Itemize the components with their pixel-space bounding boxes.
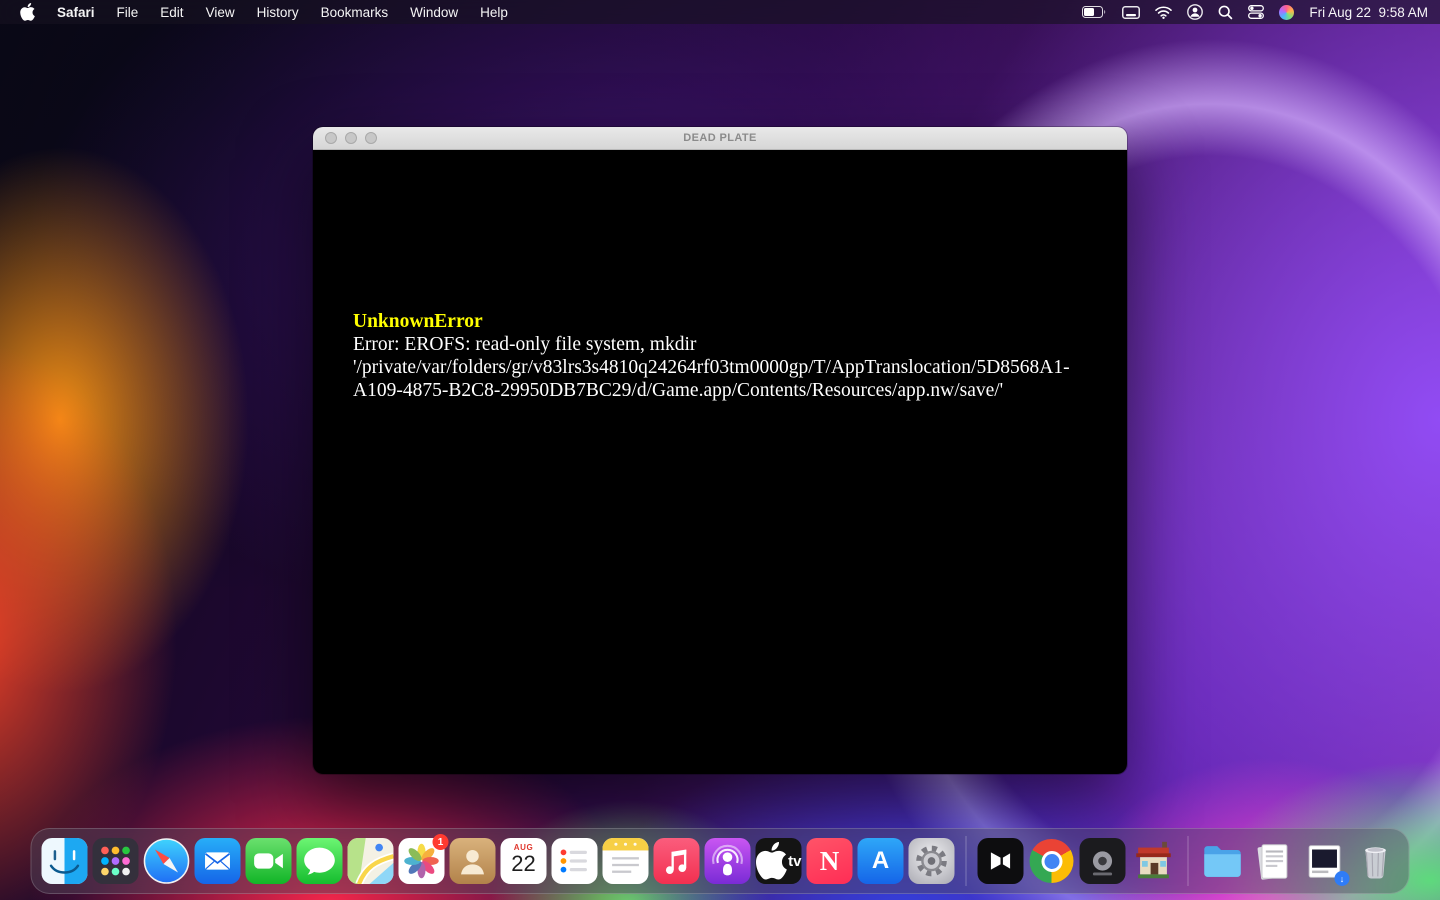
dock-calendar-icon[interactable]: AUG 22 xyxy=(500,838,547,884)
dock-finder-icon[interactable] xyxy=(41,838,88,884)
dock-documents-stack-icon[interactable] xyxy=(1251,838,1297,884)
menu-file[interactable]: File xyxy=(117,5,139,20)
dock-trash-icon[interactable] xyxy=(1353,838,1399,884)
user-switch-icon[interactable] xyxy=(1187,4,1204,20)
dead-plate-window: DEAD PLATE UnknownError Error: EROFS: re… xyxy=(313,127,1127,774)
photos-notification-badge: 1 xyxy=(432,834,449,850)
dock-safari-icon[interactable] xyxy=(143,838,190,884)
dock-reminders-icon[interactable] xyxy=(551,838,598,884)
dock-divider xyxy=(1187,836,1189,886)
window-titlebar[interactable]: DEAD PLATE xyxy=(313,127,1127,150)
dock-messages-icon[interactable] xyxy=(296,838,343,884)
chrome-wheel xyxy=(1029,839,1074,883)
news-label: N xyxy=(819,845,840,876)
dock-facetime-icon[interactable] xyxy=(245,838,292,884)
dock: 1 AUG 22 tv N A ↓ xyxy=(30,828,1410,894)
dock-notes-icon[interactable] xyxy=(602,838,649,884)
menu-window[interactable]: Window xyxy=(410,5,458,20)
dock-dead-plate-game-icon[interactable] xyxy=(1131,838,1177,884)
dock-folder-icon[interactable] xyxy=(1200,838,1246,884)
menu-help[interactable]: Help xyxy=(480,5,508,20)
zoom-button[interactable] xyxy=(365,132,377,144)
window-content: UnknownError Error: EROFS: read-only fil… xyxy=(313,150,1127,774)
dock-mail-icon[interactable] xyxy=(194,838,241,884)
dock-music-icon[interactable] xyxy=(653,838,700,884)
error-message: UnknownError Error: EROFS: read-only fil… xyxy=(353,310,1109,402)
dock-launchpad-icon[interactable] xyxy=(92,838,139,884)
menubar-right: Fri Aug 22 9:58 AM xyxy=(1082,4,1440,20)
control-center-icon[interactable] xyxy=(1248,5,1265,19)
menu-history[interactable]: History xyxy=(257,5,299,20)
menu-bookmarks[interactable]: Bookmarks xyxy=(321,5,389,20)
dock-downloads-stack-icon[interactable]: ↓ xyxy=(1302,838,1350,886)
dock-photos-icon[interactable]: 1 xyxy=(398,834,449,884)
dock-unknown-dark-app-icon[interactable] xyxy=(1079,838,1126,884)
dock-chrome-icon[interactable] xyxy=(1029,838,1075,884)
download-arrow-badge: ↓ xyxy=(1334,871,1350,886)
dock-contacts-icon[interactable] xyxy=(449,838,496,884)
colorful-app-icon[interactable] xyxy=(1279,4,1295,20)
spotlight-icon[interactable] xyxy=(1218,5,1233,20)
apple-menu-icon[interactable] xyxy=(20,3,35,21)
dock-maps-icon[interactable] xyxy=(347,838,394,884)
error-body: Error: EROFS: read-only file system, mkd… xyxy=(353,334,1070,401)
menubar-app-name[interactable]: Safari xyxy=(57,5,95,20)
menubar-clock[interactable]: Fri Aug 22 9:58 AM xyxy=(1309,5,1428,20)
dock-news-icon[interactable]: N xyxy=(806,838,853,884)
dock-podcasts-icon[interactable] xyxy=(704,838,751,884)
close-button[interactable] xyxy=(325,132,337,144)
dock-system-settings-icon[interactable] xyxy=(908,838,955,884)
dock-appstore-icon[interactable]: A xyxy=(857,838,904,884)
dock-divider xyxy=(965,836,967,886)
menubar-left: Safari File Edit View History Bookmarks … xyxy=(0,3,508,21)
minimize-button[interactable] xyxy=(345,132,357,144)
menu-edit[interactable]: Edit xyxy=(160,5,183,20)
wifi-icon[interactable] xyxy=(1155,5,1173,19)
apple-logo-icon xyxy=(755,842,787,880)
appstore-label: A xyxy=(871,847,890,874)
error-title: UnknownError xyxy=(353,311,483,332)
window-title: DEAD PLATE xyxy=(683,132,757,144)
calendar-day-label: 22 xyxy=(511,851,536,876)
traffic-lights xyxy=(325,127,377,149)
tv-label: tv xyxy=(788,852,802,870)
menubar: Safari File Edit View History Bookmarks … xyxy=(0,0,1440,24)
battery-icon[interactable] xyxy=(1082,6,1107,18)
dock-tv-icon[interactable]: tv xyxy=(755,838,802,884)
dock-capcut-icon[interactable] xyxy=(977,838,1024,884)
display-icon[interactable] xyxy=(1122,5,1141,19)
menu-view[interactable]: View xyxy=(206,5,235,20)
